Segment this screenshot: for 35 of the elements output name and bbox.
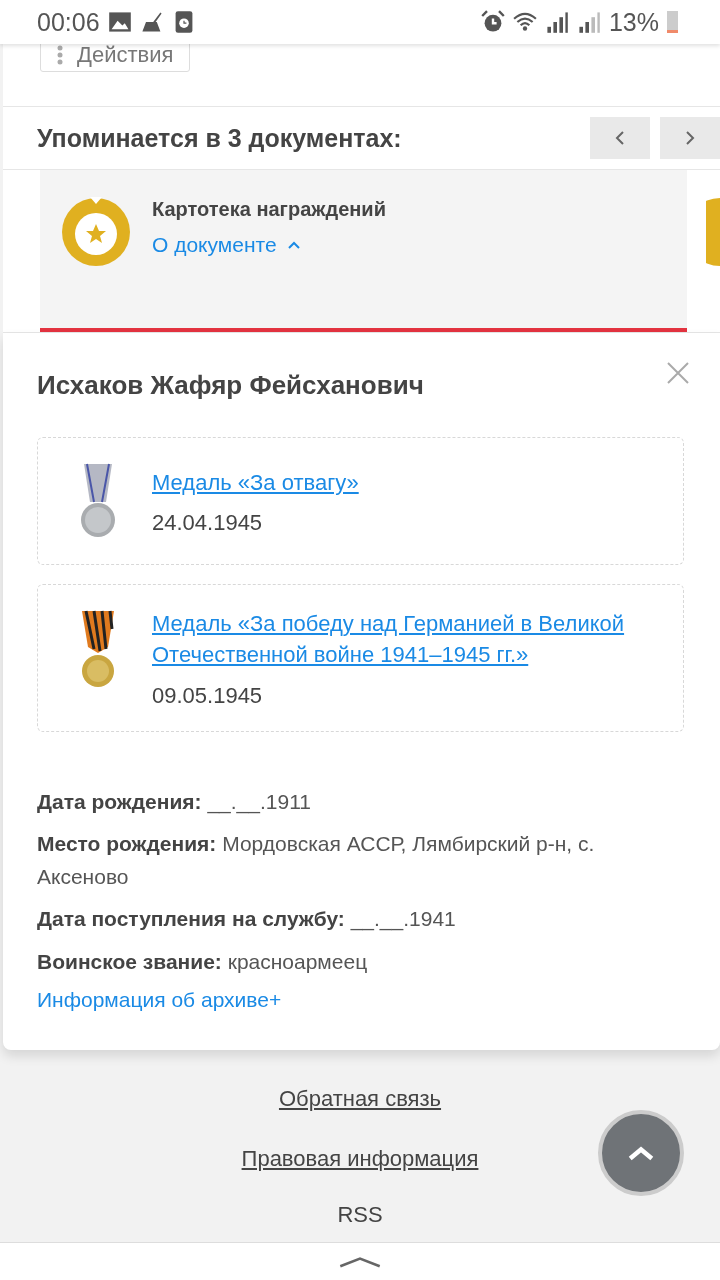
person-name: Исхаков Жафяр Фейсханович [37,369,424,401]
alarm-icon [480,10,505,34]
actions-button[interactable]: Действия [40,44,191,72]
signal-icon [576,10,601,34]
chevron-right-icon [685,130,695,146]
chevron-up-icon [627,1144,655,1163]
footer-link[interactable]: Правовая информация [241,1146,479,1173]
image-icon [107,10,132,34]
close-icon[interactable] [666,361,690,385]
rss-link[interactable]: RSS [337,1202,383,1229]
archive-info-link[interactable]: Информация об архиве+ [37,988,282,1012]
document-card[interactable]: Картотека награждений О документе [40,170,687,332]
wifi-icon [512,10,537,34]
award-date: 09.05.1945 [152,682,264,709]
info-field: Место рождения: Мордовская АССР, Лямбирский р-н, с. Аксеново [37,828,684,894]
clock: 00:06 [37,7,100,37]
more-icon [57,45,63,65]
award-link[interactable]: Медаль «За отвагу» [152,467,359,499]
broom-icon [139,10,164,34]
info-field: Дата поступления на службу: __.__.1941 [37,903,684,936]
info-field: Дата рождения: __.__.1911 [37,785,684,819]
chevron-up-icon[interactable] [337,1255,383,1268]
signal-icon [544,10,569,34]
award-link[interactable]: Медаль «За победу над Германией в Великой Отечественной войне 1941–1945 гг.» [152,609,653,671]
medal-icon [60,194,132,266]
info-field: Воинское звание: красноармеец [37,945,684,979]
section-heading: Упоминается в 3 документах: [37,123,403,153]
battery-icon [667,11,678,33]
document-title: Картотека награждений [152,198,386,221]
footer-link[interactable]: Обратная связь [278,1086,442,1113]
chevron-left-icon [615,130,625,146]
caret-icon [286,240,301,250]
award-date: 24.04.1945 [152,510,264,537]
about-document-link[interactable]: О документе [152,233,386,257]
battery-percent: 13% [608,7,659,37]
